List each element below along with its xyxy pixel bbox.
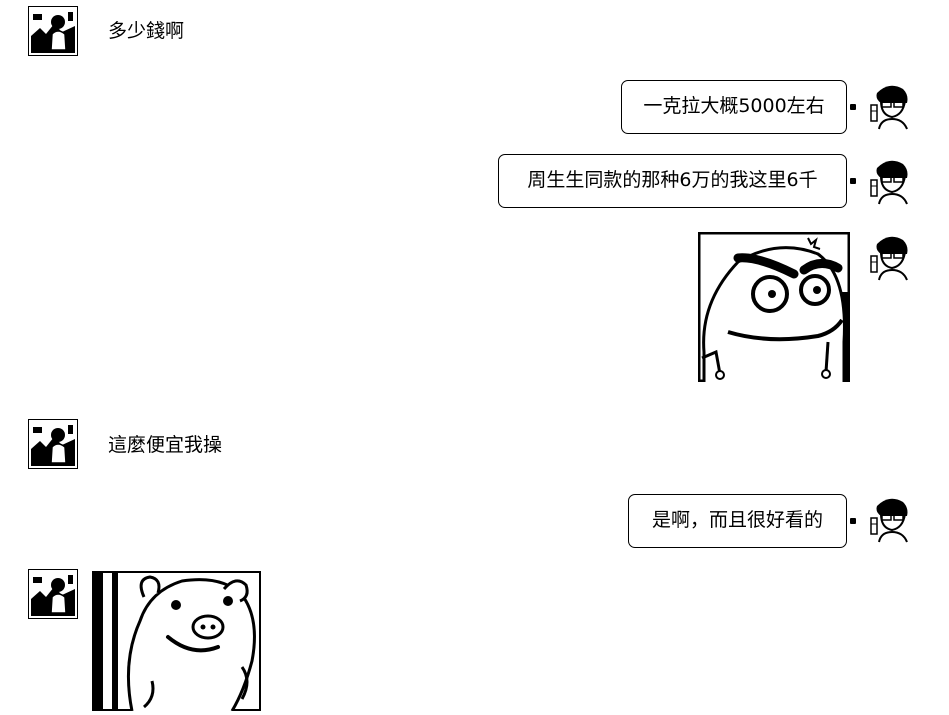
- bubble-tail: [850, 104, 856, 110]
- message-text: 多少錢啊: [108, 20, 185, 42]
- message-bubble[interactable]: 一克拉大概5000左右: [621, 80, 847, 134]
- user-avatar-icon[interactable]: [867, 156, 917, 206]
- message-text: 是啊，而且很好看的: [651, 509, 823, 531]
- contact-avatar-icon[interactable]: [28, 569, 78, 619]
- user-avatar-icon[interactable]: [867, 81, 917, 131]
- message-bubble[interactable]: 是啊，而且很好看的: [628, 494, 847, 548]
- smug-face-sticker[interactable]: [698, 232, 850, 382]
- message-text: 一克拉大概5000左右: [643, 95, 825, 117]
- contact-avatar-icon[interactable]: [28, 6, 78, 56]
- user-avatar-icon[interactable]: [867, 232, 917, 282]
- pig-face-sticker[interactable]: [92, 571, 261, 711]
- message-bubble[interactable]: 周生生同款的那种6万的我这里6千: [498, 154, 847, 208]
- user-avatar-icon[interactable]: [867, 494, 917, 544]
- bubble-tail: [850, 518, 856, 524]
- message-text: 周生生同款的那种6万的我这里6千: [527, 169, 818, 191]
- bubble-tail: [850, 178, 856, 184]
- contact-avatar-icon[interactable]: [28, 419, 78, 469]
- message-text: 這麼便宜我操: [108, 434, 223, 456]
